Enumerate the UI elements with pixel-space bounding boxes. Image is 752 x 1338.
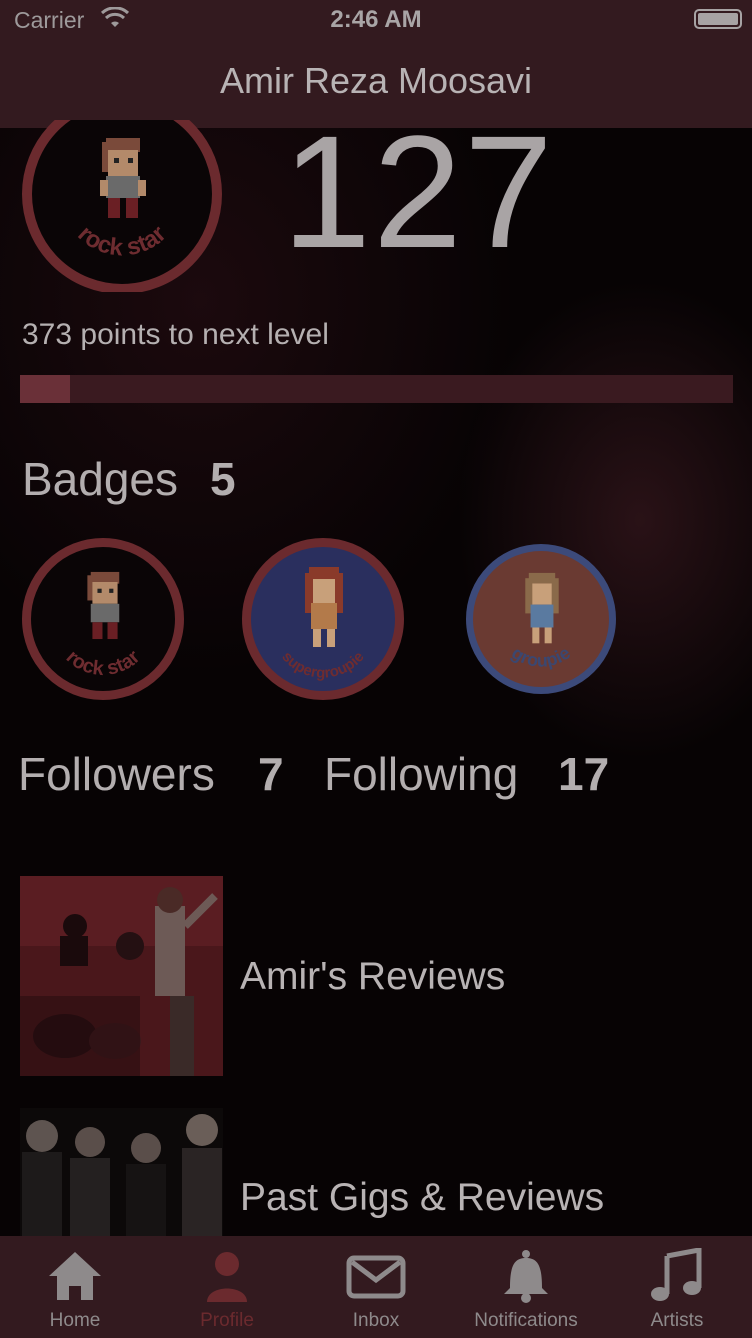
- svg-text:supergroupie: supergroupie: [278, 648, 367, 681]
- svg-text:rock star: rock star: [73, 220, 172, 261]
- bell-icon: [504, 1250, 548, 1303]
- tab-artists[interactable]: Artists: [602, 1236, 752, 1338]
- badge-caption: groupie: [508, 643, 574, 671]
- badge-rock-star[interactable]: rock star: [22, 538, 184, 700]
- past-gigs-row-label[interactable]: Past Gigs & Reviews: [240, 1176, 604, 1220]
- profile-icon: [207, 1252, 247, 1302]
- followers-count[interactable]: 7: [258, 747, 284, 801]
- past-gigs-thumbnail[interactable]: [20, 1108, 223, 1236]
- tab-home[interactable]: Home: [0, 1236, 150, 1338]
- level-progress-bar: [20, 375, 733, 403]
- tab-bar: Home Profile Inbox Notifications Artists: [0, 1236, 752, 1338]
- followers-label[interactable]: Followers: [18, 747, 215, 801]
- svg-text:groupie: groupie: [508, 643, 574, 671]
- svg-text:rock star: rock star: [62, 646, 145, 680]
- tab-inbox[interactable]: Inbox: [301, 1236, 451, 1338]
- badge-groupie[interactable]: groupie: [466, 544, 616, 694]
- level-score: 127: [282, 102, 555, 281]
- page-title: Amir Reza Moosavi: [219, 60, 533, 101]
- battery-icon: [694, 9, 742, 29]
- tab-notifications-label: Notifications: [474, 1310, 578, 1331]
- tab-home-label: Home: [49, 1310, 101, 1331]
- following-label[interactable]: Following: [324, 747, 518, 801]
- music-note-icon: [651, 1248, 702, 1301]
- badge-supergroupie[interactable]: supergroupie: [242, 538, 404, 700]
- reviews-row-label[interactable]: Amir's Reviews: [240, 955, 505, 999]
- badges-label: Badges: [22, 453, 179, 505]
- status-bar: Carrier 2:46 AM: [0, 0, 752, 40]
- clock: 2:46 AM: [330, 6, 422, 33]
- level-progress-fill: [20, 375, 70, 403]
- reviews-thumbnail[interactable]: [20, 876, 223, 1076]
- tab-profile[interactable]: Profile: [152, 1236, 302, 1338]
- badge-caption: rock star: [62, 646, 145, 680]
- following-count[interactable]: 17: [558, 747, 609, 801]
- envelope-icon: [346, 1255, 406, 1299]
- level-badge-caption: rock star: [73, 220, 172, 261]
- tab-artists-label: Artists: [650, 1310, 704, 1331]
- points-to-next-level: 373 points to next level: [22, 318, 329, 351]
- home-icon: [49, 1252, 101, 1300]
- badges-count: 5: [210, 453, 236, 505]
- tab-profile-label: Profile: [200, 1310, 254, 1331]
- badge-caption: supergroupie: [278, 648, 367, 681]
- tab-notifications[interactable]: Notifications: [451, 1236, 601, 1338]
- concert-photo-image: [20, 876, 223, 1076]
- tab-inbox-label: Inbox: [352, 1310, 400, 1331]
- band-photo-image: [20, 1108, 223, 1236]
- level-badge[interactable]: rock star: [22, 120, 222, 292]
